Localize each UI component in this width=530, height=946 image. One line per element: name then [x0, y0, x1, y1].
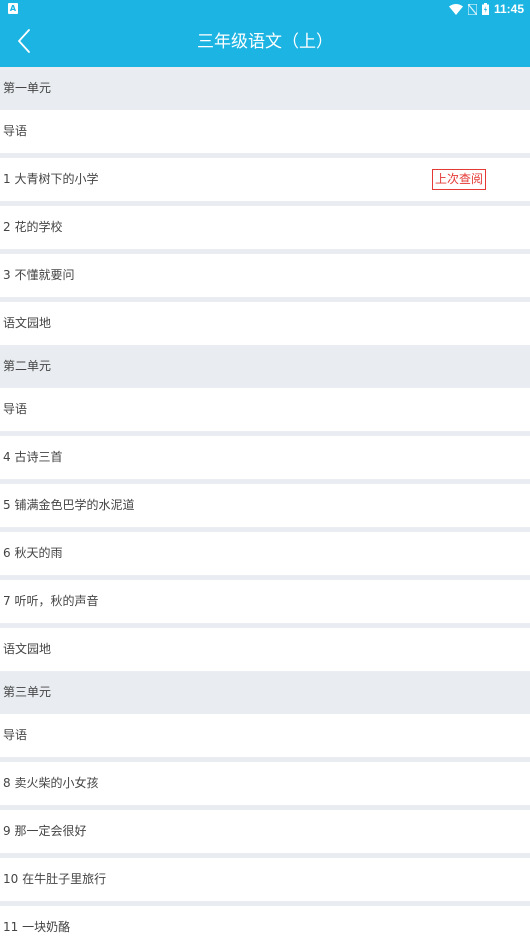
list-item-label: 9 那一定会很好 — [3, 824, 87, 838]
battery-icon — [481, 3, 489, 15]
unit-header: 第三单元 — [0, 671, 530, 714]
list-item[interactable]: 8 卖火柴的小女孩 — [0, 762, 530, 805]
list-item[interactable]: 导语 — [0, 388, 530, 431]
status-bar: A 11:45 — [0, 0, 530, 18]
list-item-label: 10 在牛肚子里旅行 — [3, 872, 107, 886]
list-item[interactable]: 7 听听，秋的声音 — [0, 580, 530, 623]
list-item-label: 导语 — [3, 728, 28, 742]
list-item[interactable]: 导语 — [0, 714, 530, 757]
list-item-label: 语文园地 — [3, 642, 52, 656]
no-sim-icon — [467, 3, 477, 15]
list-item-label: 5 铺满金色巴学的水泥道 — [3, 498, 135, 512]
page-title: 三年级语文（上） — [197, 32, 333, 52]
wifi-icon — [448, 3, 463, 15]
unit-header: 第二单元 — [0, 345, 530, 388]
list-item-label: 语文园地 — [3, 316, 52, 330]
list-item[interactable]: 4 古诗三首 — [0, 436, 530, 479]
clock: 11:45 — [493, 2, 524, 16]
last-viewed-badge: 上次查阅 — [432, 169, 487, 190]
app-bar: 三年级语文（上） — [0, 18, 530, 67]
list-item[interactable]: 语文园地 — [0, 302, 530, 345]
list-item-label: 2 花的学校 — [3, 220, 63, 234]
list-item[interactable]: 11 一块奶酪 — [0, 906, 530, 946]
list-item[interactable]: 9 那一定会很好 — [0, 810, 530, 853]
list-item[interactable]: 1 大青树下的小学 上次查阅 — [0, 158, 530, 201]
list-item-label: 11 一块奶酪 — [3, 920, 71, 934]
list-item-label: 导语 — [3, 124, 28, 138]
list-item-label: 3 不懂就要问 — [3, 268, 75, 282]
list-item-label: 6 秋天的雨 — [3, 546, 63, 560]
lesson-list[interactable]: 第一单元 导语 1 大青树下的小学 上次查阅 2 花的学校 3 不懂就要问 语文… — [0, 67, 530, 946]
list-item[interactable]: 2 花的学校 — [0, 206, 530, 249]
list-item[interactable]: 10 在牛肚子里旅行 — [0, 858, 530, 901]
list-item-label: 7 听听，秋的声音 — [3, 594, 99, 608]
list-item[interactable]: 导语 — [0, 110, 530, 153]
list-item[interactable]: 5 铺满金色巴学的水泥道 — [0, 484, 530, 527]
status-icons: 11:45 — [448, 0, 524, 18]
list-item[interactable]: 6 秋天的雨 — [0, 532, 530, 575]
list-item[interactable]: 语文园地 — [0, 628, 530, 671]
list-item-label: 1 大青树下的小学 — [3, 172, 99, 186]
list-item-label: 导语 — [3, 402, 28, 416]
list-item[interactable]: 3 不懂就要问 — [0, 254, 530, 297]
list-item-label: 8 卖火柴的小女孩 — [3, 776, 99, 790]
unit-header: 第一单元 — [0, 67, 530, 110]
notification-app-icon: A — [8, 3, 18, 14]
list-item-label: 4 古诗三首 — [3, 450, 63, 464]
